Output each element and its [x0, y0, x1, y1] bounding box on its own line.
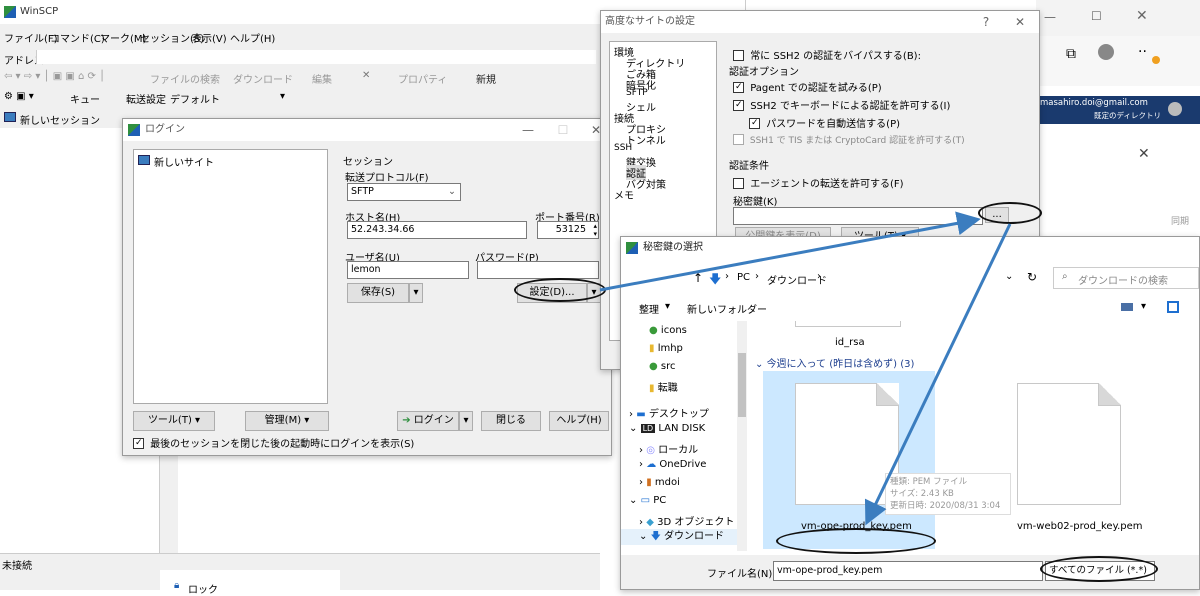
arrow-browse-to-file — [864, 223, 1012, 526]
annotation-arrows — [599, 211, 1012, 526]
arrow-settings-to-browse — [599, 211, 981, 292]
